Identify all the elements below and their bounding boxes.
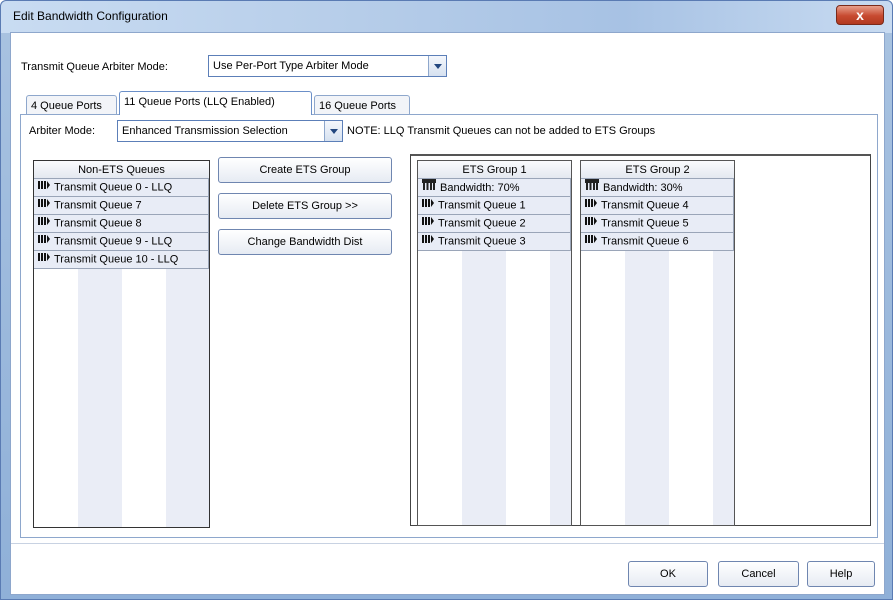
list-item-label: Transmit Queue 0 - LLQ xyxy=(54,181,173,194)
queue-icon xyxy=(422,197,434,214)
ok-button[interactable]: OK xyxy=(628,561,708,587)
ets-group-1-header[interactable]: ETS Group 1 xyxy=(418,161,571,179)
list-item[interactable]: Transmit Queue 2 xyxy=(418,215,571,233)
queue-icon xyxy=(585,215,597,232)
llq-note: NOTE: LLQ Transmit Queues can not be add… xyxy=(347,125,656,137)
dialog-window: Edit Bandwidth Configuration x Transmit … xyxy=(0,0,893,600)
list-item[interactable]: Transmit Queue 3 xyxy=(418,233,571,251)
chevron-down-icon[interactable] xyxy=(324,121,342,141)
list-item[interactable]: Transmit Queue 6 xyxy=(581,233,734,251)
queue-icon xyxy=(38,197,50,214)
list-item[interactable]: Transmit Queue 1 xyxy=(418,197,571,215)
bandwidth-row[interactable]: Bandwidth: 70% xyxy=(418,179,571,197)
list-item-label: Transmit Queue 3 xyxy=(438,235,526,248)
list-item-label: Transmit Queue 1 xyxy=(438,199,526,212)
bandwidth-label: Bandwidth: 70% xyxy=(440,181,520,194)
list-item[interactable]: Transmit Queue 7 xyxy=(34,197,209,215)
queue-icon xyxy=(422,233,434,250)
list-item-label: Transmit Queue 9 - LLQ xyxy=(54,235,173,248)
list-item[interactable]: Transmit Queue 10 - LLQ xyxy=(34,251,209,269)
list-item[interactable]: Transmit Queue 8 xyxy=(34,215,209,233)
queue-icon xyxy=(38,251,50,268)
arbiter-mode-value: Use Per-Port Type Arbiter Mode xyxy=(213,60,369,72)
queue-icon xyxy=(422,215,434,232)
list-item-label: Transmit Queue 7 xyxy=(54,199,142,212)
panel-arbiter-value: Enhanced Transmission Selection xyxy=(122,125,288,137)
queue-icon xyxy=(585,197,597,214)
list-item-label: Transmit Queue 10 - LLQ xyxy=(54,253,179,266)
chevron-down-icon[interactable] xyxy=(428,56,446,76)
footer-divider xyxy=(11,543,884,544)
cancel-button[interactable]: Cancel xyxy=(718,561,799,587)
tab-11-queue-ports[interactable]: 11 Queue Ports (LLQ Enabled) xyxy=(119,91,312,115)
panel-arbiter-label: Arbiter Mode: xyxy=(29,125,96,137)
ets-group-2-header[interactable]: ETS Group 2 xyxy=(581,161,734,179)
arbiter-mode-label: Transmit Queue Arbiter Mode: xyxy=(21,61,168,73)
delete-ets-group-button[interactable]: Delete ETS Group >> xyxy=(218,193,392,219)
list-item[interactable]: Transmit Queue 4 xyxy=(581,197,734,215)
ets-group-1-list[interactable]: ETS Group 1 Bandwidth: 70% Transmit Queu… xyxy=(417,160,572,526)
list-item-label: Transmit Queue 2 xyxy=(438,217,526,230)
ets-groups-area: ETS Group 1 Bandwidth: 70% Transmit Queu… xyxy=(410,154,871,526)
dialog-body: Transmit Queue Arbiter Mode: Use Per-Por… xyxy=(10,32,885,595)
arbiter-mode-select[interactable]: Use Per-Port Type Arbiter Mode xyxy=(208,55,447,77)
list-item-label: Transmit Queue 6 xyxy=(601,235,689,248)
close-button[interactable]: x xyxy=(836,5,884,25)
window-title: Edit Bandwidth Configuration xyxy=(13,9,168,23)
queue-icon xyxy=(38,179,50,196)
bandwidth-icon xyxy=(422,179,436,197)
list-item[interactable]: Transmit Queue 0 - LLQ xyxy=(34,179,209,197)
non-ets-header[interactable]: Non-ETS Queues xyxy=(34,161,209,179)
tab-4-queue-ports[interactable]: 4 Queue Ports xyxy=(26,95,117,115)
queue-icon xyxy=(585,233,597,250)
tab-panel: Arbiter Mode: Enhanced Transmission Sele… xyxy=(20,114,878,538)
list-item[interactable]: Transmit Queue 5 xyxy=(581,215,734,233)
queue-icon xyxy=(38,233,50,250)
list-item-label: Transmit Queue 4 xyxy=(601,199,689,212)
change-bandwidth-dist-button[interactable]: Change Bandwidth Dist xyxy=(218,229,392,255)
list-item-label: Transmit Queue 5 xyxy=(601,217,689,230)
help-button[interactable]: Help xyxy=(807,561,875,587)
non-ets-queues-list[interactable]: Non-ETS Queues Transmit Queue 0 - LLQ Tr… xyxy=(33,160,210,528)
bandwidth-icon xyxy=(585,179,599,197)
tab-16-queue-ports[interactable]: 16 Queue Ports xyxy=(314,95,410,115)
create-ets-group-button[interactable]: Create ETS Group xyxy=(218,157,392,183)
ets-group-2-list[interactable]: ETS Group 2 Bandwidth: 30% Transmit Queu… xyxy=(580,160,735,526)
panel-arbiter-select[interactable]: Enhanced Transmission Selection xyxy=(117,120,343,142)
list-item[interactable]: Transmit Queue 9 - LLQ xyxy=(34,233,209,251)
list-item-label: Transmit Queue 8 xyxy=(54,217,142,230)
queue-icon xyxy=(38,215,50,232)
title-bar[interactable]: Edit Bandwidth Configuration x xyxy=(1,1,892,33)
bandwidth-label: Bandwidth: 30% xyxy=(603,181,683,194)
bandwidth-row[interactable]: Bandwidth: 30% xyxy=(581,179,734,197)
